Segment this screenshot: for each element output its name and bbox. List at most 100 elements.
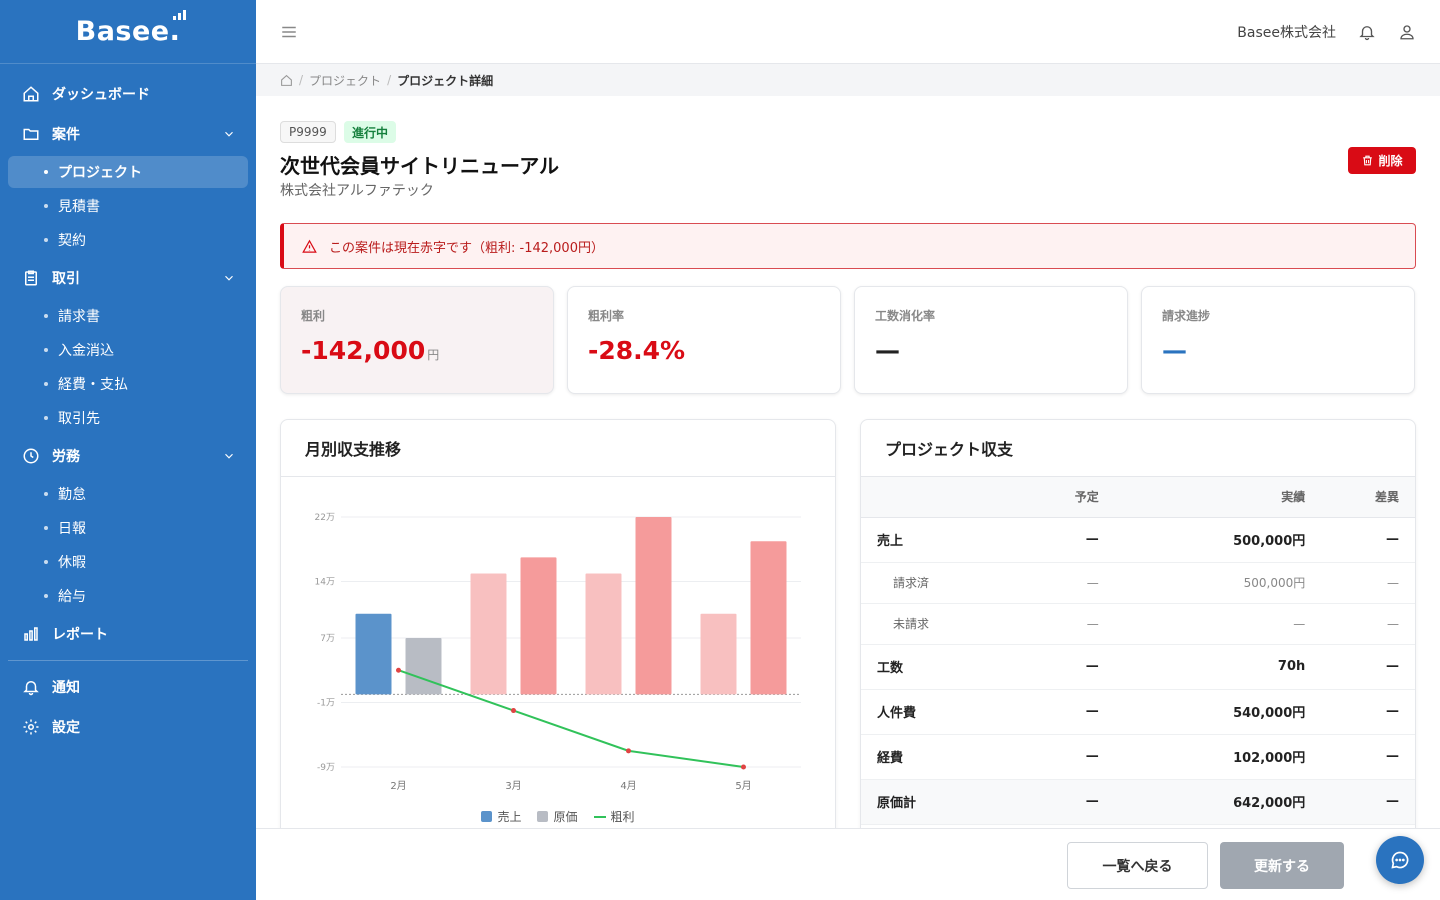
chart-legend: 売上 原価 粗利 [281, 808, 835, 825]
cell-plan: — [1021, 644, 1115, 690]
legend-profit[interactable]: 粗利 [593, 808, 635, 825]
legend-sales[interactable]: 売上 [481, 808, 521, 825]
folder-icon [23, 128, 39, 140]
sidebar-item-cases[interactable]: 案件 [8, 116, 248, 152]
kpi-value: — [875, 336, 900, 365]
sidebar-item-report[interactable]: レポート [8, 616, 248, 652]
sidebar-item-label: 通知 [52, 680, 80, 696]
cell-label: 経費 [861, 734, 1021, 780]
update-button[interactable]: 更新する [1220, 842, 1344, 889]
cell-diff: — [1321, 644, 1415, 690]
sidebar-item-contract[interactable]: 契約 [8, 224, 248, 256]
cell-label: 原価計 [861, 779, 1021, 825]
sidebar-item-invoice[interactable]: 請求書 [8, 300, 248, 332]
kpi-value: -142,000 円 [301, 336, 533, 365]
chart-bar-cost [750, 541, 787, 695]
clipboard-icon [25, 270, 37, 286]
deficit-alert: この案件は現在赤字です（粗利: -142,000円） [280, 223, 1416, 269]
sidebar-item-dashboard[interactable]: ダッシュボード [8, 76, 248, 112]
sidebar-item-estimate[interactable]: 見積書 [8, 190, 248, 222]
gear-icon [23, 719, 39, 735]
back-to-list-button[interactable]: 一覧へ戻る [1067, 842, 1208, 889]
kpi-label: 請求進捗 [1162, 309, 1211, 323]
cell-plan: — [1021, 562, 1115, 604]
cell-label: 請求済 [861, 562, 1021, 604]
bell-icon [23, 681, 39, 696]
sidebar-item-label: ダッシュボード [52, 87, 150, 103]
logo-text: Basee. [76, 10, 187, 47]
chart-xtick-label: 5月 [735, 780, 751, 792]
logo-bars-icon [173, 10, 187, 20]
breadcrumb: / プロジェクト / プロジェクト詳細 [256, 64, 1440, 96]
cell-label: 工数 [861, 644, 1021, 690]
sidebar-nav: ダッシュボード 案件 プロジェクト 見積書 契約 取引 請求書 入金消込 経費・… [0, 64, 256, 745]
sidebar-item-leave[interactable]: 休暇 [8, 546, 248, 578]
sidebar-item-label: 案件 [52, 127, 80, 143]
main-content: P9999 進行中 次世代会員サイトリニューアル 株式会社アルファテック 削除 … [256, 96, 1440, 828]
sidebar-item-partners[interactable]: 取引先 [8, 402, 248, 434]
cell-actual: 642,000円 [1114, 779, 1322, 825]
company-name: Basee株式会社 [1237, 24, 1336, 41]
sidebar: Basee. ダッシュボード 案件 プロジェクト 見積書 契約 取引 請求書 入… [0, 0, 256, 900]
cell-actual: 102,000円 [1114, 734, 1322, 780]
warning-icon [302, 239, 317, 253]
cell-label: 人件費 [861, 689, 1021, 735]
sidebar-item-notifications[interactable]: 通知 [8, 669, 248, 705]
cell-diff: — [1321, 517, 1415, 563]
legend-swatch [593, 815, 606, 818]
sidebar-item-payment-matching[interactable]: 入金消込 [8, 334, 248, 366]
cell-actual: — [1114, 603, 1322, 645]
home-icon[interactable] [280, 74, 293, 87]
sidebar-item-settings[interactable]: 設定 [8, 709, 248, 745]
cell-plan: — [1021, 603, 1115, 645]
chat-button[interactable] [1376, 836, 1424, 884]
sidebar-item-labor[interactable]: 労務 [8, 438, 248, 474]
logo[interactable]: Basee. [0, 0, 256, 64]
action-footer: 一覧へ戻る 更新する [256, 828, 1440, 900]
kpi-gross-profit: 粗利 -142,000 円 [280, 286, 554, 394]
chart-point-profit [396, 667, 401, 673]
user-icon[interactable] [1398, 23, 1416, 41]
cell-diff: — [1321, 779, 1415, 825]
sidebar-item-label: 労務 [52, 449, 80, 465]
breadcrumb-projects[interactable]: プロジェクト [309, 72, 381, 89]
table-header-row: 予定 実績 差異 [861, 477, 1415, 518]
chart-bar-sales [355, 613, 392, 695]
chart-bar-sales [470, 573, 507, 695]
hamburger-menu-icon[interactable] [280, 23, 298, 41]
sidebar-item-project[interactable]: プロジェクト [8, 156, 248, 188]
sidebar-item-daily-report[interactable]: 日報 [8, 512, 248, 544]
cell-plan: — [1021, 779, 1115, 825]
sidebar-item-payroll[interactable]: 給与 [8, 580, 248, 612]
chat-icon [1391, 851, 1409, 869]
finance-table-body: 売上 —500,000円 — 請求済 —500,000円 — 未請求 — — — 工数 —70h — 人件… [861, 517, 1415, 825]
column-header-plan: 予定 [1021, 477, 1115, 518]
chart-xtick-label: 3月 [505, 780, 521, 792]
clock-icon [23, 448, 39, 464]
chart-bar-sales [700, 613, 737, 695]
kpi-gross-margin: 粗利率 -28.4% [567, 286, 841, 394]
sidebar-item-attendance[interactable]: 勤怠 [8, 478, 248, 510]
cell-plan: — [1021, 734, 1115, 780]
chart-point-profit [626, 748, 631, 754]
chevron-down-icon [225, 453, 233, 459]
legend-swatch [537, 811, 549, 822]
legend-cost[interactable]: 原価 [537, 808, 578, 825]
kpi-value-number: -142,000 [301, 336, 426, 365]
sidebar-item-transactions[interactable]: 取引 [8, 260, 248, 296]
chart-bar-cost [405, 637, 442, 695]
kpi-label: 粗利率 [588, 309, 625, 323]
table-row: 原価計 —642,000円 — [861, 779, 1415, 825]
cell-diff: — [1321, 603, 1415, 645]
sidebar-item-expenses[interactable]: 経費・支払 [8, 368, 248, 400]
kpi-label: 粗利 [301, 309, 326, 323]
kpi-unit: 円 [427, 348, 440, 362]
delete-button[interactable]: 削除 [1348, 147, 1416, 174]
chart-line-profit [398, 669, 744, 768]
bell-icon[interactable] [1358, 23, 1376, 41]
bar-chart-icon [24, 627, 38, 641]
legend-label: 売上 [497, 810, 522, 824]
status-badge: 進行中 [344, 121, 397, 143]
cell-actual: 540,000円 [1114, 689, 1322, 735]
legend-label: 粗利 [610, 810, 635, 824]
